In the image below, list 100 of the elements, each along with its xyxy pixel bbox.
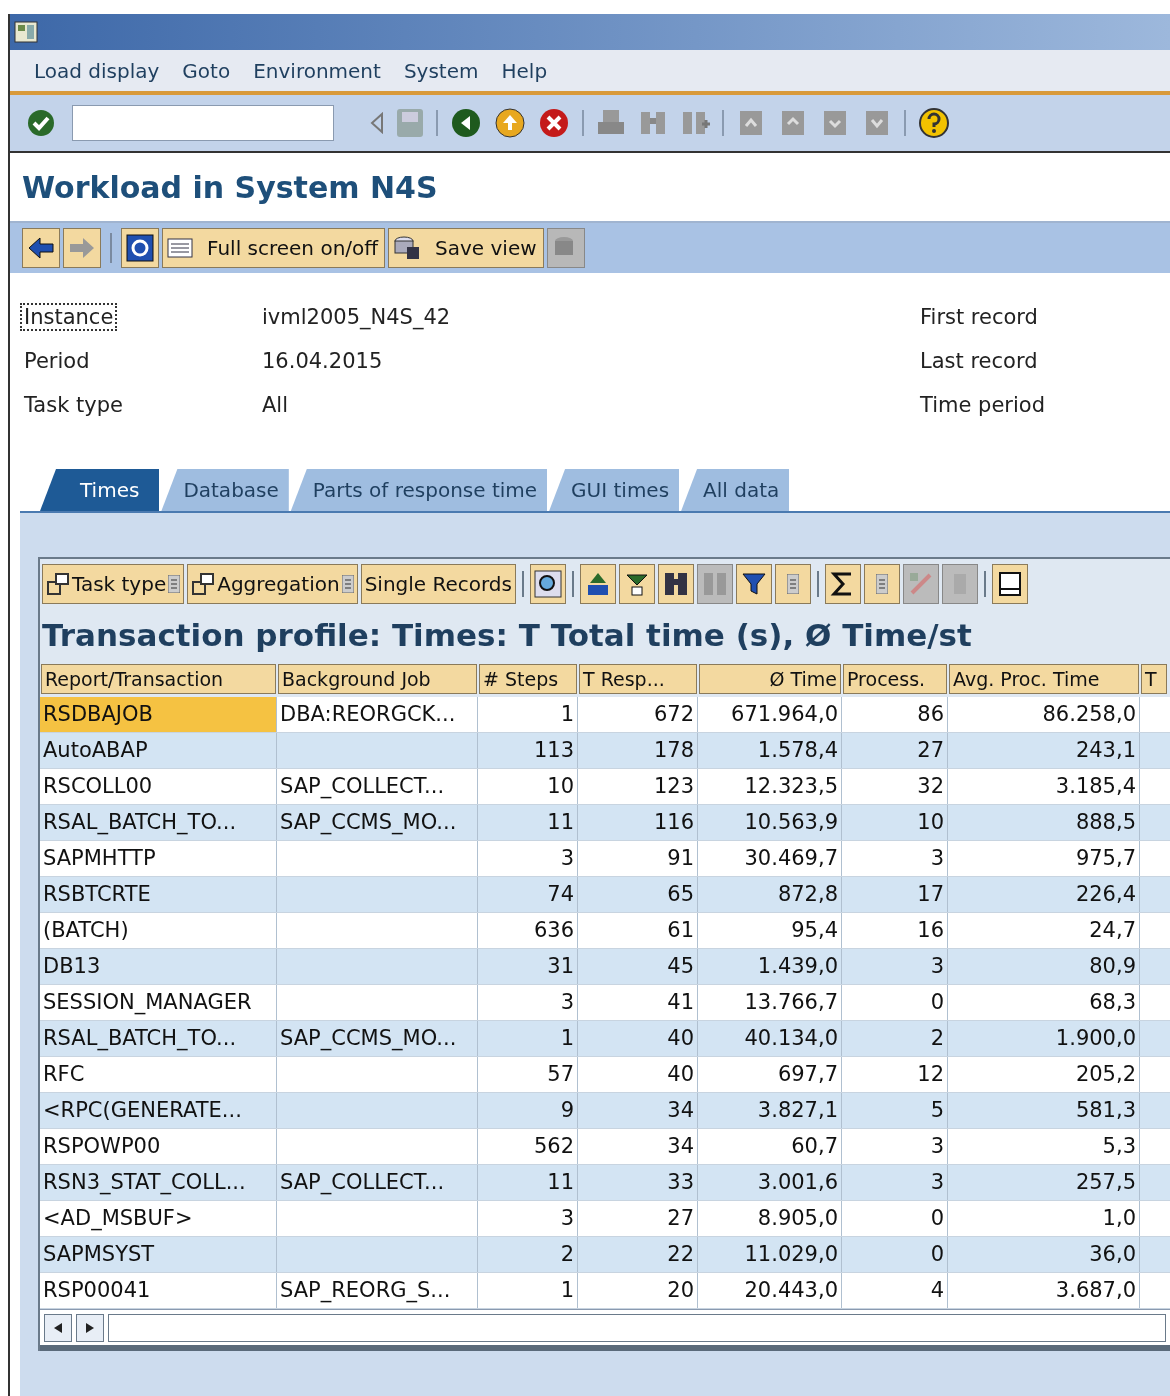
table-cell: 10 <box>842 805 948 840</box>
table-cell: 636 <box>478 913 578 948</box>
cancel-icon[interactable] <box>538 107 570 139</box>
table-cell: (BATCH) <box>40 913 277 948</box>
table-cell: 178 <box>578 733 698 768</box>
table-cell: 12.323,5 <box>698 769 842 804</box>
table-cell: SAP_COLLECT... <box>277 1165 478 1200</box>
table-cell: RSDBAJOB <box>40 697 277 732</box>
triangle-left-icon[interactable] <box>370 112 384 134</box>
dropdown-icon <box>341 575 354 593</box>
toolbar-button[interactable]: Aggregation <box>187 564 358 604</box>
table-cell: 113 <box>478 733 578 768</box>
sum-button[interactable] <box>825 564 861 604</box>
back-icon[interactable] <box>450 107 482 139</box>
table-cell: 581,3 <box>948 1093 1140 1128</box>
refresh-button[interactable] <box>121 228 159 268</box>
table-cell: 9 <box>478 1093 578 1128</box>
table-cell: 11 <box>478 1165 578 1200</box>
table-cell: 27 <box>578 1201 698 1236</box>
table-cell: 2 <box>478 1237 578 1272</box>
table-cell: 34 <box>578 1129 698 1164</box>
table-cell: <AD_MSBUF> <box>40 1201 277 1236</box>
table-cell: 123 <box>578 769 698 804</box>
table-cell: 33 <box>578 1165 698 1200</box>
table-cell: RSAL_BATCH_TO... <box>40 805 277 840</box>
scroll-right-button[interactable] <box>76 1313 104 1342</box>
column-header[interactable]: Background Job <box>277 663 478 695</box>
table-cell: SESSION_MANAGER <box>40 985 277 1020</box>
column-header[interactable]: # Steps <box>478 663 578 695</box>
table-cell: 45 <box>578 949 698 984</box>
details-button[interactable] <box>530 564 566 604</box>
table-cell: 3.185,4 <box>948 769 1140 804</box>
table-cell: 11 <box>478 805 578 840</box>
table-cell: 5 <box>842 1093 948 1128</box>
scroll-left-button[interactable] <box>44 1313 72 1342</box>
table-cell: RSN3_STAT_COLL... <box>40 1165 277 1200</box>
column-header[interactable]: Avg. Proc. Time <box>948 663 1140 695</box>
column-header[interactable]: T Resp... <box>578 663 698 695</box>
table-cell: AutoABAP <box>40 733 277 768</box>
filter-button[interactable] <box>736 564 772 604</box>
menu-item[interactable]: Load display <box>34 55 160 86</box>
check-icon[interactable] <box>26 108 56 138</box>
table-cell: 3 <box>478 1201 578 1236</box>
tab[interactable]: GUI times <box>549 469 680 511</box>
table-cell: 1.900,0 <box>948 1021 1140 1056</box>
menu-item[interactable]: Help <box>501 55 548 86</box>
table-cell: 672 <box>578 697 698 732</box>
table-cell: 697,7 <box>698 1057 842 1092</box>
dropdown-icon <box>168 575 181 593</box>
table-cell: SAPMHTTP <box>40 841 277 876</box>
back-button[interactable] <box>22 228 60 268</box>
help-icon[interactable] <box>918 107 950 139</box>
menu-item[interactable]: Environment <box>253 55 381 86</box>
toolbar-button[interactable]: Task type <box>42 564 185 604</box>
table-cell: RFC <box>40 1057 277 1092</box>
toolbar-button[interactable]: Save view <box>388 228 544 268</box>
table-cell: RSP00041 <box>40 1273 277 1308</box>
toolbar-button[interactable]: Single Records <box>360 564 516 604</box>
table-cell: DB13 <box>40 949 277 984</box>
table-cell: 11.029,0 <box>698 1237 842 1272</box>
column-header[interactable]: Report/Transaction <box>40 663 277 695</box>
tab[interactable]: Database <box>161 469 289 511</box>
menu-item[interactable]: Goto <box>182 55 231 86</box>
find-button[interactable] <box>658 564 694 604</box>
sort-descending-button[interactable] <box>619 564 655 604</box>
refresh-icon <box>126 234 154 262</box>
tab[interactable]: All data <box>681 469 790 511</box>
table-cell: 17 <box>842 877 948 912</box>
tab[interactable]: Times <box>40 469 160 511</box>
table-cell: 3 <box>842 841 948 876</box>
horizontal-scrollbar[interactable] <box>108 1313 1166 1342</box>
table-cell: 3.001,6 <box>698 1165 842 1200</box>
table-cell: 2 <box>842 1021 948 1056</box>
table-cell: 36,0 <box>948 1237 1140 1272</box>
column-header[interactable]: T <box>1140 663 1168 695</box>
table-cell: 671.964,0 <box>698 697 842 732</box>
table-cell: 30.469,7 <box>698 841 842 876</box>
exit-icon[interactable] <box>494 107 526 139</box>
table-cell: 91 <box>578 841 698 876</box>
triangle-left-icon <box>53 1321 63 1334</box>
grid-title: Transaction profile: Times: T Total time (s), Ø Time/st <box>42 615 972 655</box>
table-cell: <RPC(GENERATE... <box>40 1093 277 1128</box>
column-header[interactable]: Ø Time <box>698 663 842 695</box>
table-cell: 57 <box>478 1057 578 1092</box>
screen-title: Workload in System N4S <box>22 168 438 207</box>
table-cell: 22 <box>578 1237 698 1272</box>
sort-ascending-button[interactable] <box>580 564 616 604</box>
column-header[interactable]: Process. <box>842 663 948 695</box>
field-label: Time period <box>920 392 1045 420</box>
toolbar-button[interactable]: Full screen on/off <box>162 228 386 268</box>
command-field[interactable] <box>72 105 334 141</box>
table-cell: 12 <box>842 1057 948 1092</box>
print-button[interactable] <box>992 564 1028 604</box>
menu-item[interactable]: System <box>403 55 479 86</box>
table-cell: 3.827,1 <box>698 1093 842 1128</box>
tab[interactable]: Parts of response time <box>290 469 548 511</box>
table-cell: DBA:REORGCK... <box>277 697 478 732</box>
table-cell: 116 <box>578 805 698 840</box>
print-icon <box>997 571 1023 597</box>
table-cell: 40 <box>578 1021 698 1056</box>
